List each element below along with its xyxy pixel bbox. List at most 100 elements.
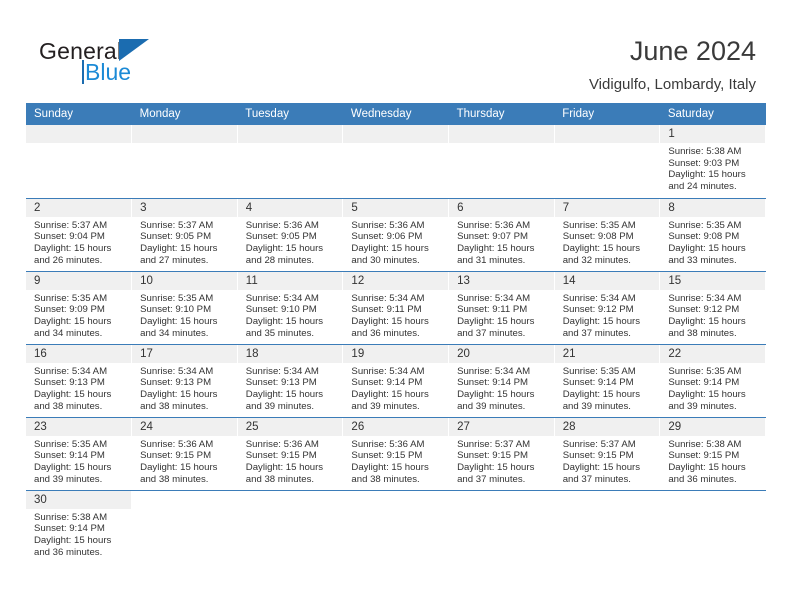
- daylight-duration-line1: Daylight: 15 hours: [562, 388, 641, 400]
- calendar-day-cell[interactable]: 18 Sunrise: 5:34 AM Sunset: 9:13 PM Dayligh…: [237, 344, 344, 418]
- general-blue-logo[interactable]: General Blue: [35, 38, 265, 93]
- day-number: 12: [343, 271, 449, 290]
- calendar-day-cell[interactable]: 10 Sunrise: 5:35 AM Sunset: 9:10 PM Dayligh…: [131, 271, 238, 345]
- sunrise-time: Sunrise: 5:34 AM: [140, 365, 214, 377]
- day-cell-content: 30 Sunrise: 5:38 AM Sunset: 9:14 PM Dayligh…: [26, 490, 132, 564]
- daylight-duration-line2: and 39 minutes.: [457, 400, 526, 412]
- calendar-day-cell[interactable]: 17 Sunrise: 5:34 AM Sunset: 9:13 PM Dayligh…: [131, 344, 238, 418]
- day-number: 20: [449, 344, 554, 363]
- day-sun-info: Sunrise: 5:38 AM Sunset: 9:03 PM Daylight:…: [660, 143, 765, 193]
- daylight-duration-line1: Daylight: 15 hours: [140, 461, 218, 473]
- weekday-header-saturday: Saturday: [659, 103, 766, 125]
- calendar-day-cell[interactable]: 5 Sunrise: 5:36 AM Sunset: 9:06 PM Daylight…: [342, 198, 450, 272]
- sunset-time: Sunset: 9:08 PM: [562, 231, 634, 243]
- calendar-day-cell[interactable]: 15 Sunrise: 5:34 AM Sunset: 9:12 PM Dayligh…: [659, 271, 766, 345]
- day-cell-content: 6 Sunrise: 5:36 AM Sunset: 9:07 PM Daylight…: [449, 198, 554, 271]
- day-cell-content: 3 Sunrise: 5:37 AM Sunset: 9:05 PM Daylight…: [132, 198, 237, 271]
- daylight-duration-line1: Daylight: 15 hours: [562, 315, 641, 327]
- day-number: 21: [554, 344, 660, 363]
- sunset-time: Sunset: 9:10 PM: [245, 304, 317, 316]
- sunset-time: Sunset: 9:04 PM: [34, 231, 105, 243]
- sunset-time: Sunset: 9:06 PM: [351, 231, 423, 243]
- calendar-day-cell[interactable]: 22 Sunrise: 5:35 AM Sunset: 9:14 PM Dayligh…: [659, 344, 766, 418]
- day-sun-info: Sunrise: 5:34 AM Sunset: 9:12 PM Daylight:…: [555, 290, 660, 340]
- day-number: 4: [237, 198, 343, 217]
- day-cell-content: 18 Sunrise: 5:34 AM Sunset: 9:13 PM Dayligh…: [237, 344, 343, 417]
- calendar-day-cell[interactable]: 21 Sunrise: 5:35 AM Sunset: 9:14 PM Dayligh…: [554, 344, 661, 418]
- calendar-day-cell[interactable]: 23 Sunrise: 5:35 AM Sunset: 9:14 PM Dayligh…: [26, 417, 133, 491]
- calendar-empty-cell: [237, 125, 344, 199]
- page-title: June 2024: [629, 36, 756, 66]
- calendar-day-cell[interactable]: 2 Sunrise: 5:37 AM Sunset: 9:04 PM Daylight…: [26, 198, 133, 272]
- logo-bar-icon: [82, 60, 84, 84]
- daylight-duration-line1: Daylight: 15 hours: [457, 388, 535, 400]
- sunrise-time: Sunrise: 5:36 AM: [140, 438, 214, 450]
- sunrise-time: Sunrise: 5:34 AM: [351, 365, 425, 377]
- calendar-day-cell[interactable]: 6 Sunrise: 5:36 AM Sunset: 9:07 PM Daylight…: [448, 198, 555, 272]
- calendar-empty-cell: [26, 125, 133, 199]
- daylight-duration-line1: Daylight: 15 hours: [34, 534, 112, 546]
- day-number: 9: [26, 271, 132, 290]
- calendar-day-cell[interactable]: 4 Sunrise: 5:36 AM Sunset: 9:05 PM Daylight…: [237, 198, 344, 272]
- day-cell-content: [343, 491, 448, 564]
- calendar-day-cell[interactable]: 30 Sunrise: 5:38 AM Sunset: 9:14 PM Dayligh…: [26, 490, 133, 564]
- calendar-day-cell[interactable]: 9 Sunrise: 5:35 AM Sunset: 9:09 PM Daylight…: [26, 271, 133, 345]
- day-cell-content: 16 Sunrise: 5:34 AM Sunset: 9:13 PM Dayligh…: [26, 344, 132, 417]
- day-sun-info: Sunrise: 5:34 AM Sunset: 9:13 PM Daylight:…: [238, 363, 343, 413]
- day-cell-content: [449, 491, 554, 564]
- sunrise-time: Sunrise: 5:36 AM: [351, 219, 425, 231]
- daylight-duration-line2: and 38 minutes.: [140, 400, 209, 412]
- daylight-duration-line1: Daylight: 15 hours: [351, 388, 429, 400]
- daylight-duration-line1: Daylight: 15 hours: [668, 388, 746, 400]
- sunrise-sunset-calendar-table: Sunday Monday Tuesday Wednesday Thursday…: [26, 103, 766, 563]
- sunrise-time: Sunrise: 5:34 AM: [457, 365, 531, 377]
- sunrise-time: Sunrise: 5:38 AM: [34, 511, 108, 523]
- calendar-day-cell[interactable]: 16 Sunrise: 5:34 AM Sunset: 9:13 PM Dayligh…: [26, 344, 133, 418]
- calendar-empty-cell: [342, 490, 450, 564]
- day-cell-content: 19 Sunrise: 5:34 AM Sunset: 9:14 PM Dayligh…: [343, 344, 449, 417]
- day-sun-info: Sunrise: 5:37 AM Sunset: 9:04 PM Daylight:…: [26, 217, 131, 267]
- day-number: 11: [237, 271, 343, 290]
- day-cell-content: [132, 491, 237, 564]
- calendar-day-cell[interactable]: 11 Sunrise: 5:34 AM Sunset: 9:10 PM Dayligh…: [237, 271, 344, 345]
- calendar-day-cell[interactable]: 3 Sunrise: 5:37 AM Sunset: 9:05 PM Daylight…: [131, 198, 238, 272]
- daylight-duration-line2: and 32 minutes.: [562, 254, 631, 266]
- daylight-duration-line1: Daylight: 15 hours: [34, 315, 112, 327]
- calendar-week-row: 30 Sunrise: 5:38 AM Sunset: 9:14 PM Dayligh…: [26, 490, 766, 563]
- calendar-day-cell[interactable]: 29 Sunrise: 5:38 AM Sunset: 9:15 PM Dayligh…: [659, 417, 766, 491]
- day-number: 25: [237, 417, 343, 436]
- daylight-duration-line2: and 30 minutes.: [351, 254, 420, 266]
- day-number: 16: [26, 344, 132, 363]
- daylight-duration-line1: Daylight: 15 hours: [245, 461, 324, 473]
- day-number: 30: [26, 490, 132, 509]
- calendar-day-cell[interactable]: 27 Sunrise: 5:37 AM Sunset: 9:15 PM Dayligh…: [448, 417, 555, 491]
- calendar-day-cell[interactable]: 28 Sunrise: 5:37 AM Sunset: 9:15 PM Dayligh…: [554, 417, 661, 491]
- daylight-duration-line1: Daylight: 15 hours: [457, 242, 535, 254]
- day-sun-info: Sunrise: 5:34 AM Sunset: 9:14 PM Daylight:…: [343, 363, 448, 413]
- day-cell-content: [660, 491, 765, 564]
- day-sun-info: Sunrise: 5:35 AM Sunset: 9:14 PM Daylight:…: [660, 363, 765, 413]
- calendar-empty-cell: [448, 490, 555, 564]
- calendar-day-cell[interactable]: 20 Sunrise: 5:34 AM Sunset: 9:14 PM Dayligh…: [448, 344, 555, 418]
- sunrise-time: Sunrise: 5:38 AM: [668, 146, 742, 157]
- calendar-day-cell[interactable]: 13 Sunrise: 5:34 AM Sunset: 9:11 PM Dayligh…: [448, 271, 555, 345]
- daylight-duration-line2: and 38 minutes.: [245, 473, 315, 485]
- calendar-day-cell[interactable]: 7 Sunrise: 5:35 AM Sunset: 9:08 PM Daylight…: [554, 198, 661, 272]
- day-number: 17: [132, 344, 237, 363]
- calendar-day-cell[interactable]: 14 Sunrise: 5:34 AM Sunset: 9:12 PM Dayligh…: [554, 271, 661, 345]
- day-number: [132, 125, 237, 143]
- calendar-day-cell[interactable]: 8 Sunrise: 5:35 AM Sunset: 9:08 PM Daylight…: [659, 198, 766, 272]
- calendar-day-cell[interactable]: 1 Sunrise: 5:38 AM Sunset: 9:03 PM Daylight…: [659, 125, 766, 199]
- calendar-day-cell[interactable]: 19 Sunrise: 5:34 AM Sunset: 9:14 PM Dayligh…: [342, 344, 450, 418]
- sunrise-time: Sunrise: 5:36 AM: [245, 438, 319, 450]
- day-cell-content: [26, 125, 132, 198]
- daylight-duration-line1: Daylight: 15 hours: [140, 242, 218, 254]
- daylight-duration-line1: Daylight: 15 hours: [457, 315, 535, 327]
- day-number: [449, 125, 554, 143]
- calendar-day-cell[interactable]: 12 Sunrise: 5:34 AM Sunset: 9:11 PM Dayligh…: [342, 271, 450, 345]
- calendar-day-cell[interactable]: 26 Sunrise: 5:36 AM Sunset: 9:15 PM Dayligh…: [342, 417, 450, 491]
- calendar-day-cell[interactable]: 25 Sunrise: 5:36 AM Sunset: 9:15 PM Dayligh…: [237, 417, 344, 491]
- calendar-day-cell[interactable]: 24 Sunrise: 5:36 AM Sunset: 9:15 PM Dayligh…: [131, 417, 238, 491]
- day-cell-content: 2 Sunrise: 5:37 AM Sunset: 9:04 PM Daylight…: [26, 198, 132, 271]
- daylight-duration-line1: Daylight: 15 hours: [668, 242, 746, 254]
